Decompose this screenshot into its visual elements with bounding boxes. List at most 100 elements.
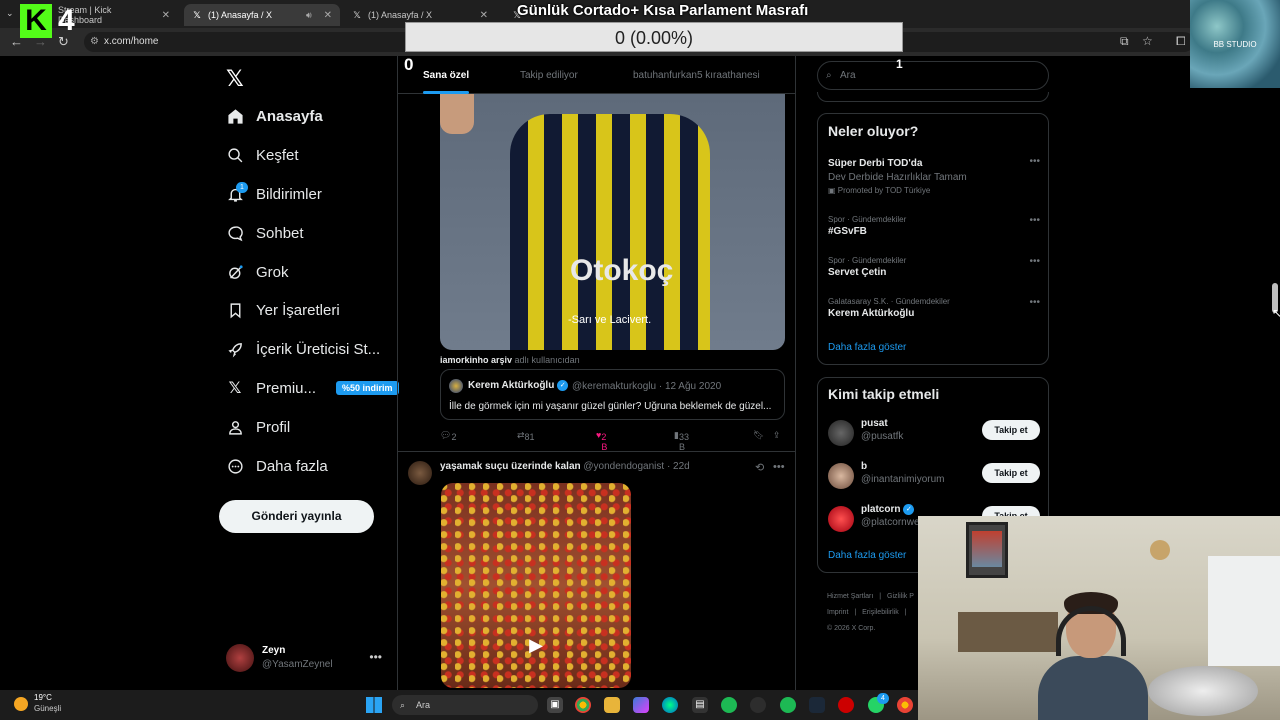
suggestion-handle: @inantanimiyorum <box>861 474 945 485</box>
like-button[interactable]: ♥ 2 B <box>596 430 607 452</box>
footer-links: Hizmet Şartları | Gizlilik P Imprint | E… <box>827 593 914 632</box>
promoted-label: ▣ Promoted by TOD Türkiye <box>828 186 931 195</box>
edge-icon[interactable] <box>662 697 678 713</box>
views-button[interactable]: ▮ 33 B <box>674 430 689 452</box>
show-more-link[interactable]: Daha fazla göster <box>828 342 906 353</box>
sidebar-item-label: Anasayfa <box>256 107 323 125</box>
search-input[interactable]: ⌕ Ara <box>817 61 1049 90</box>
sidebar-item-explore[interactable]: Keşfet <box>226 140 299 170</box>
quoted-tweet[interactable]: Kerem Aktürkoğlu ✓ @keremakturkoglu · 12 … <box>440 369 785 420</box>
sidebar-item-grok[interactable]: Grok <box>226 257 289 287</box>
task-view-icon[interactable]: ▣ <box>547 697 563 713</box>
play-icon[interactable]: ▶ <box>525 635 547 657</box>
follow-suggestion[interactable]: b @inantanimiyorum Takip et <box>828 461 1040 493</box>
sidebar-item-chat[interactable]: Sohbet <box>226 218 304 248</box>
x-logo-icon[interactable]: 𝕏 <box>226 66 244 92</box>
follow-suggestion[interactable]: pusat @pusatfk Takip et <box>828 418 1040 450</box>
grok-explain-icon[interactable]: ⟲ <box>755 461 764 474</box>
close-icon[interactable]: ✕ <box>480 10 488 21</box>
avatar[interactable] <box>408 461 432 485</box>
more-dots-icon[interactable]: ••• <box>1029 215 1040 226</box>
studio-logo: BB STUDIO <box>1190 0 1280 88</box>
jersey-sponsor-text: Otokoç <box>570 254 674 287</box>
trend-item[interactable]: Spor · Gündemdekiler Servet Çetin ••• <box>828 256 1040 278</box>
footer-link[interactable]: Gizlilik P <box>887 593 914 600</box>
verified-badge-icon: ✓ <box>903 504 915 515</box>
sidebar-item-home[interactable]: Anasayfa <box>226 101 323 131</box>
tweet-author-name[interactable]: yaşamak suçu üzerinde kalan <box>440 461 581 472</box>
tab-following[interactable]: Takip ediliyor <box>520 70 578 81</box>
file-explorer-icon[interactable] <box>604 697 620 713</box>
streamer <box>1038 592 1148 720</box>
trend-item[interactable]: Süper Derbi TOD'da Dev Derbide Hazırlıkl… <box>828 156 1040 195</box>
sun-icon[interactable] <box>14 697 28 711</box>
copilot-icon[interactable] <box>633 697 649 713</box>
tweet-media-video[interactable]: ▶ <box>441 483 631 688</box>
tab-title: (1) Anasayfa / X <box>208 10 273 20</box>
tab-for-you[interactable]: Sana özel <box>423 70 469 81</box>
search-placeholder: Ara <box>840 70 856 81</box>
spotify-icon-2[interactable] <box>780 697 796 713</box>
account-switcher[interactable]: Zeyn @YasamZeynel ••• <box>226 642 386 682</box>
repost-source-name[interactable]: iamorkinho arşiv <box>440 355 512 365</box>
overlay-search-counter: 1 <box>896 57 903 71</box>
weather-desc: Güneşli <box>34 704 62 713</box>
speaker-icon[interactable]: 🔊︎ <box>306 10 312 21</box>
follow-button[interactable]: Takip et <box>982 420 1040 440</box>
footer-link[interactable]: Imprint <box>827 609 848 616</box>
close-icon[interactable]: ✕ <box>324 10 332 21</box>
bookmark-icon <box>226 301 244 319</box>
sidebar-item-premium[interactable]: 𝕏 Premiu... %50 indirim <box>226 373 399 403</box>
weather-temp: 19°C <box>34 693 52 702</box>
share-icon[interactable]: ⇪ <box>773 430 781 441</box>
x-premium-icon: 𝕏 <box>228 380 242 397</box>
chrome-icon[interactable] <box>575 697 591 713</box>
tab-list[interactable]: batuhanfurkan5 kıraathanesi <box>633 70 760 81</box>
obs-icon[interactable] <box>750 697 766 713</box>
spotify-icon[interactable] <box>721 697 737 713</box>
more-dots-icon[interactable]: ••• <box>369 650 382 664</box>
star-bookmark-icon[interactable]: ☆ <box>1142 34 1153 48</box>
search-icon: ⌕ <box>826 70 832 81</box>
chrome-icon-2[interactable] <box>897 697 913 713</box>
more-dots-icon[interactable]: ••• <box>1029 156 1040 167</box>
reply-button[interactable]: 💬︎ 2 <box>440 430 456 442</box>
follow-button[interactable]: Takip et <box>982 463 1040 483</box>
sidebar-item-more[interactable]: Daha fazla <box>226 451 328 481</box>
sidebar-item-notifications[interactable]: 1 Bildirimler <box>226 179 322 209</box>
avatar <box>828 420 854 446</box>
suggestion-handle: @pusatfk <box>861 431 904 442</box>
trend-item[interactable]: Spor · Gündemdekiler #GSvFB ••• <box>828 215 1040 237</box>
sidebar-item-profile[interactable]: Profil <box>226 412 290 442</box>
whatsapp-icon[interactable]: 4 <box>868 693 889 713</box>
more-dots-icon[interactable]: ••• <box>773 461 785 473</box>
browser-tab-x-home[interactable]: 𝕏 (1) Anasayfa / X 🔊︎ ✕ <box>184 4 340 26</box>
app-red-icon[interactable] <box>838 697 854 713</box>
repost-button[interactable]: ⇄ 81 <box>517 430 535 442</box>
show-more-link[interactable]: Daha fazla göster <box>828 550 906 561</box>
sidebar-item-label: Profil <box>256 418 291 436</box>
trend-item[interactable]: Galatasaray S.K. · Gündemdekiler Kerem A… <box>828 297 1040 319</box>
bookmark-icon[interactable]: 🔖︎ <box>753 430 764 441</box>
account-handle: @YasamZeynel <box>262 659 333 670</box>
taskbar-search[interactable]: ⌕ Ara <box>392 695 538 715</box>
store-icon[interactable]: ▤ <box>692 697 708 713</box>
windows-start-icon[interactable] <box>366 697 382 713</box>
trend-name: Süper Derbi TOD'da <box>828 158 923 169</box>
trend-meta: Spor · Gündemdekiler <box>828 215 907 224</box>
install-app-icon[interactable]: ⧉ <box>1120 34 1129 49</box>
tweet-media-image[interactable]: Otokoç -Sarı ve Lacivert. <box>440 94 785 350</box>
steam-icon[interactable] <box>809 697 825 713</box>
donation-progress-value: 0 (0.00%) <box>614 28 694 48</box>
sidebar-item-creator-studio[interactable]: İçerik Üreticisi St... <box>226 334 380 364</box>
close-icon[interactable]: ✕ <box>162 10 170 21</box>
extensions-icon[interactable]: ⧠ <box>1176 34 1186 49</box>
footer-link[interactable]: Erişilebilirlik <box>862 609 899 616</box>
more-dots-icon[interactable]: ••• <box>1029 297 1040 308</box>
more-dots-icon[interactable]: ••• <box>1029 256 1040 267</box>
sidebar-item-bookmarks[interactable]: Yer İşaretleri <box>226 295 340 325</box>
site-info-icon[interactable]: ⚙ <box>90 32 99 52</box>
tab-list-chevron-icon[interactable]: ⌄ <box>6 8 14 19</box>
post-button[interactable]: Gönderi yayınla <box>219 500 374 533</box>
footer-link[interactable]: Hizmet Şartları <box>827 593 873 600</box>
